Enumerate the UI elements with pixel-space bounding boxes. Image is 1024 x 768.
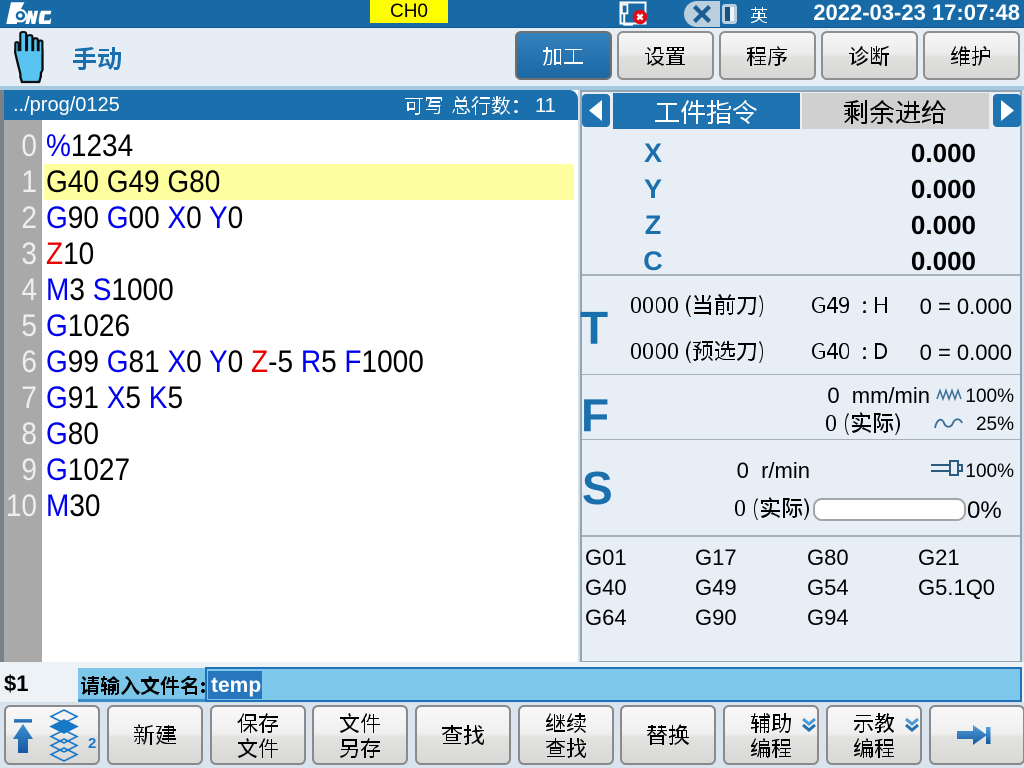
svg-text:2: 2	[88, 735, 96, 752]
